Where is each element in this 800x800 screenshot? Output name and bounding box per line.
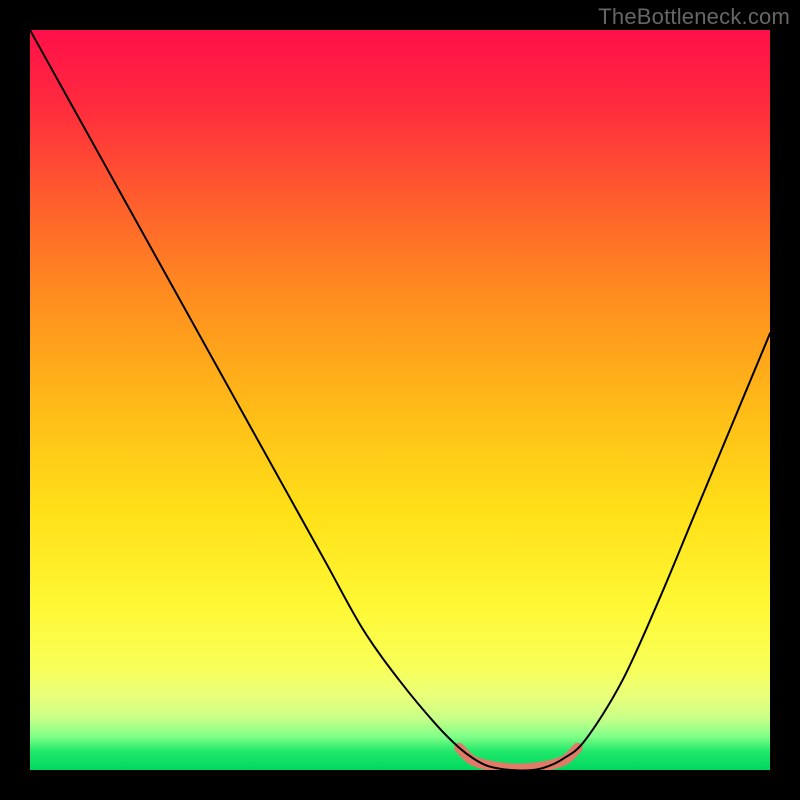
chart-container: TheBottleneck.com xyxy=(0,0,800,800)
plot-area xyxy=(30,30,770,770)
gradient-background xyxy=(30,30,770,770)
watermark-text: TheBottleneck.com xyxy=(598,4,790,30)
plot-svg xyxy=(30,30,770,770)
